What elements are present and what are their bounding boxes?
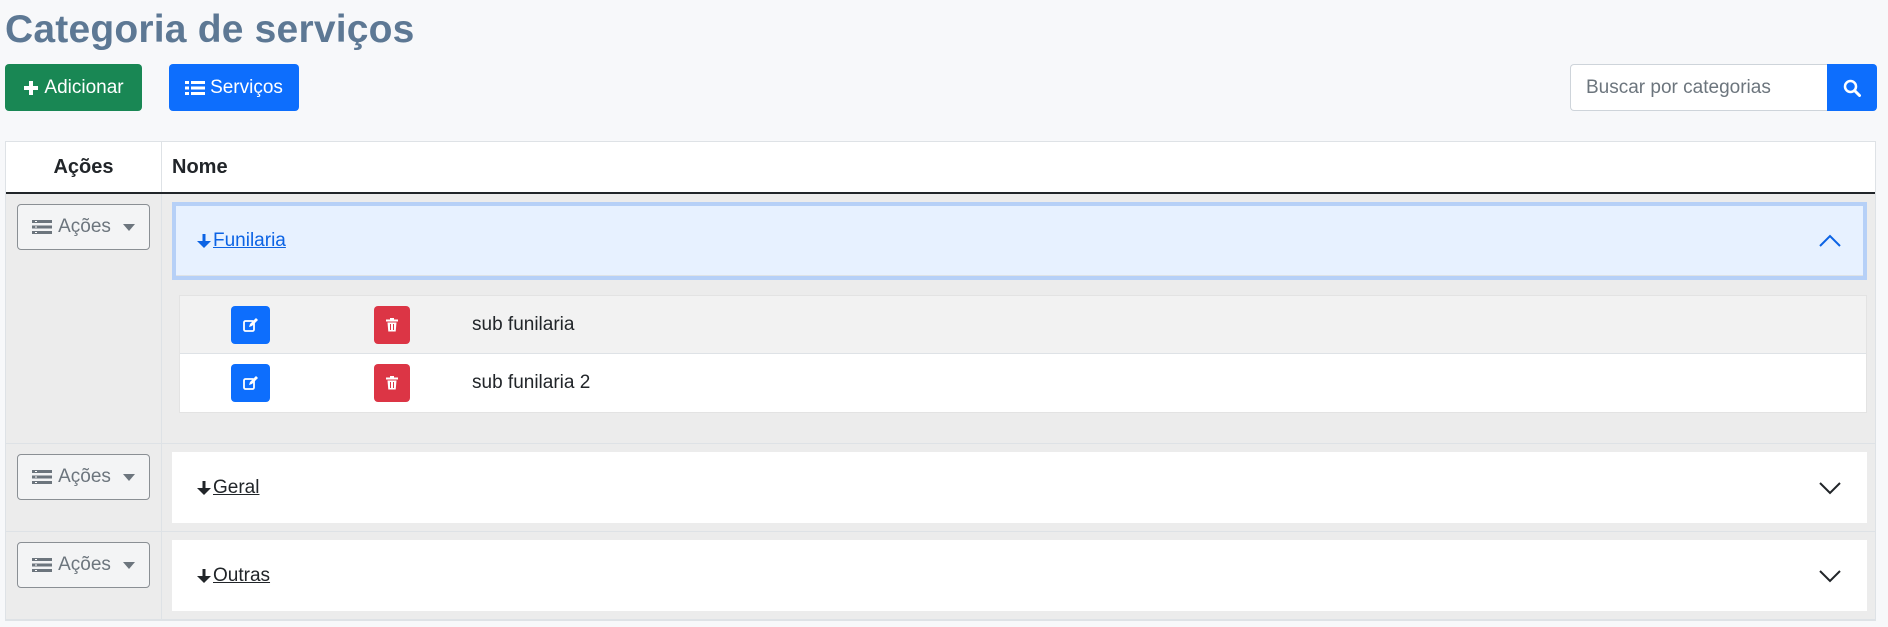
page-title: Categoria de serviços xyxy=(5,8,415,51)
category-name: Funilaria xyxy=(213,230,286,251)
edit-icon xyxy=(242,317,259,332)
category-link[interactable]: Funilaria xyxy=(196,230,286,252)
plus-icon xyxy=(23,80,39,96)
actions-cell: Ações xyxy=(6,444,162,531)
services-button[interactable]: Serviços xyxy=(169,64,299,111)
table-row: Ações Outras xyxy=(6,532,1875,620)
table-header: Ações Nome xyxy=(6,142,1875,194)
trash-icon xyxy=(386,376,398,390)
name-cell: Outras xyxy=(162,532,1875,619)
add-button-label: Adicionar xyxy=(44,76,124,98)
actions-cell: Ações xyxy=(6,194,162,443)
actions-dropdown-label: Ações xyxy=(58,466,111,487)
chevron-down-icon xyxy=(1819,569,1841,583)
add-button[interactable]: Adicionar xyxy=(5,64,142,111)
search-button[interactable] xyxy=(1827,64,1877,111)
edit-button[interactable] xyxy=(231,364,270,402)
search-icon xyxy=(1843,79,1861,97)
list-icon xyxy=(185,80,206,96)
delete-button[interactable] xyxy=(374,364,410,402)
subcategory-name: sub funilaria 2 xyxy=(472,372,591,393)
name-cell: Funilaria sub funilaria sub funilaria 2 xyxy=(162,194,1875,443)
actions-dropdown-button[interactable]: Ações xyxy=(17,542,150,588)
header-actions: Ações xyxy=(6,142,162,192)
download-arrow-icon xyxy=(196,568,212,584)
caret-down-icon xyxy=(122,473,135,481)
table-row: Ações Geral xyxy=(6,444,1875,532)
list-icon xyxy=(32,557,53,573)
category-link[interactable]: Geral xyxy=(196,477,259,499)
caret-down-icon xyxy=(122,223,135,231)
delete-button[interactable] xyxy=(374,305,410,344)
download-arrow-icon xyxy=(196,480,212,496)
trash-icon xyxy=(386,317,398,332)
subcategory-row: sub funilaria xyxy=(180,296,1866,354)
accordion-header-funilaria[interactable]: Funilaria xyxy=(172,202,1867,280)
chevron-down-icon xyxy=(1819,481,1841,495)
actions-dropdown-label: Ações xyxy=(58,554,111,575)
category-link[interactable]: Outras xyxy=(196,565,270,587)
subcategory-row: sub funilaria 2 xyxy=(180,354,1866,412)
subcategory-name: sub funilaria xyxy=(472,313,575,335)
chevron-up-icon xyxy=(1819,234,1841,248)
edit-icon xyxy=(242,376,259,390)
actions-dropdown-button[interactable]: Ações xyxy=(17,204,150,250)
accordion-header-outras[interactable]: Outras xyxy=(172,540,1867,611)
subcategory-table: sub funilaria sub funilaria 2 xyxy=(179,295,1867,413)
actions-dropdown-button[interactable]: Ações xyxy=(17,454,150,500)
categories-table: Ações Nome Ações Funilaria sub funilaria… xyxy=(5,141,1876,621)
search-input[interactable] xyxy=(1570,64,1827,111)
accordion-header-geral[interactable]: Geral xyxy=(172,452,1867,523)
category-name: Outras xyxy=(213,564,271,586)
list-icon xyxy=(32,469,53,485)
actions-cell: Ações xyxy=(6,532,162,619)
download-arrow-icon xyxy=(196,233,212,249)
list-icon xyxy=(32,219,53,235)
actions-dropdown-label: Ações xyxy=(58,216,111,237)
table-row: Ações Funilaria sub funilaria sub funila… xyxy=(6,194,1875,444)
header-name: Nome xyxy=(172,155,228,178)
search-group xyxy=(1570,64,1877,111)
services-button-label: Serviços xyxy=(210,76,283,98)
caret-down-icon xyxy=(122,561,135,569)
edit-button[interactable] xyxy=(231,305,270,344)
name-cell: Geral xyxy=(162,444,1875,531)
category-name: Geral xyxy=(213,476,260,498)
